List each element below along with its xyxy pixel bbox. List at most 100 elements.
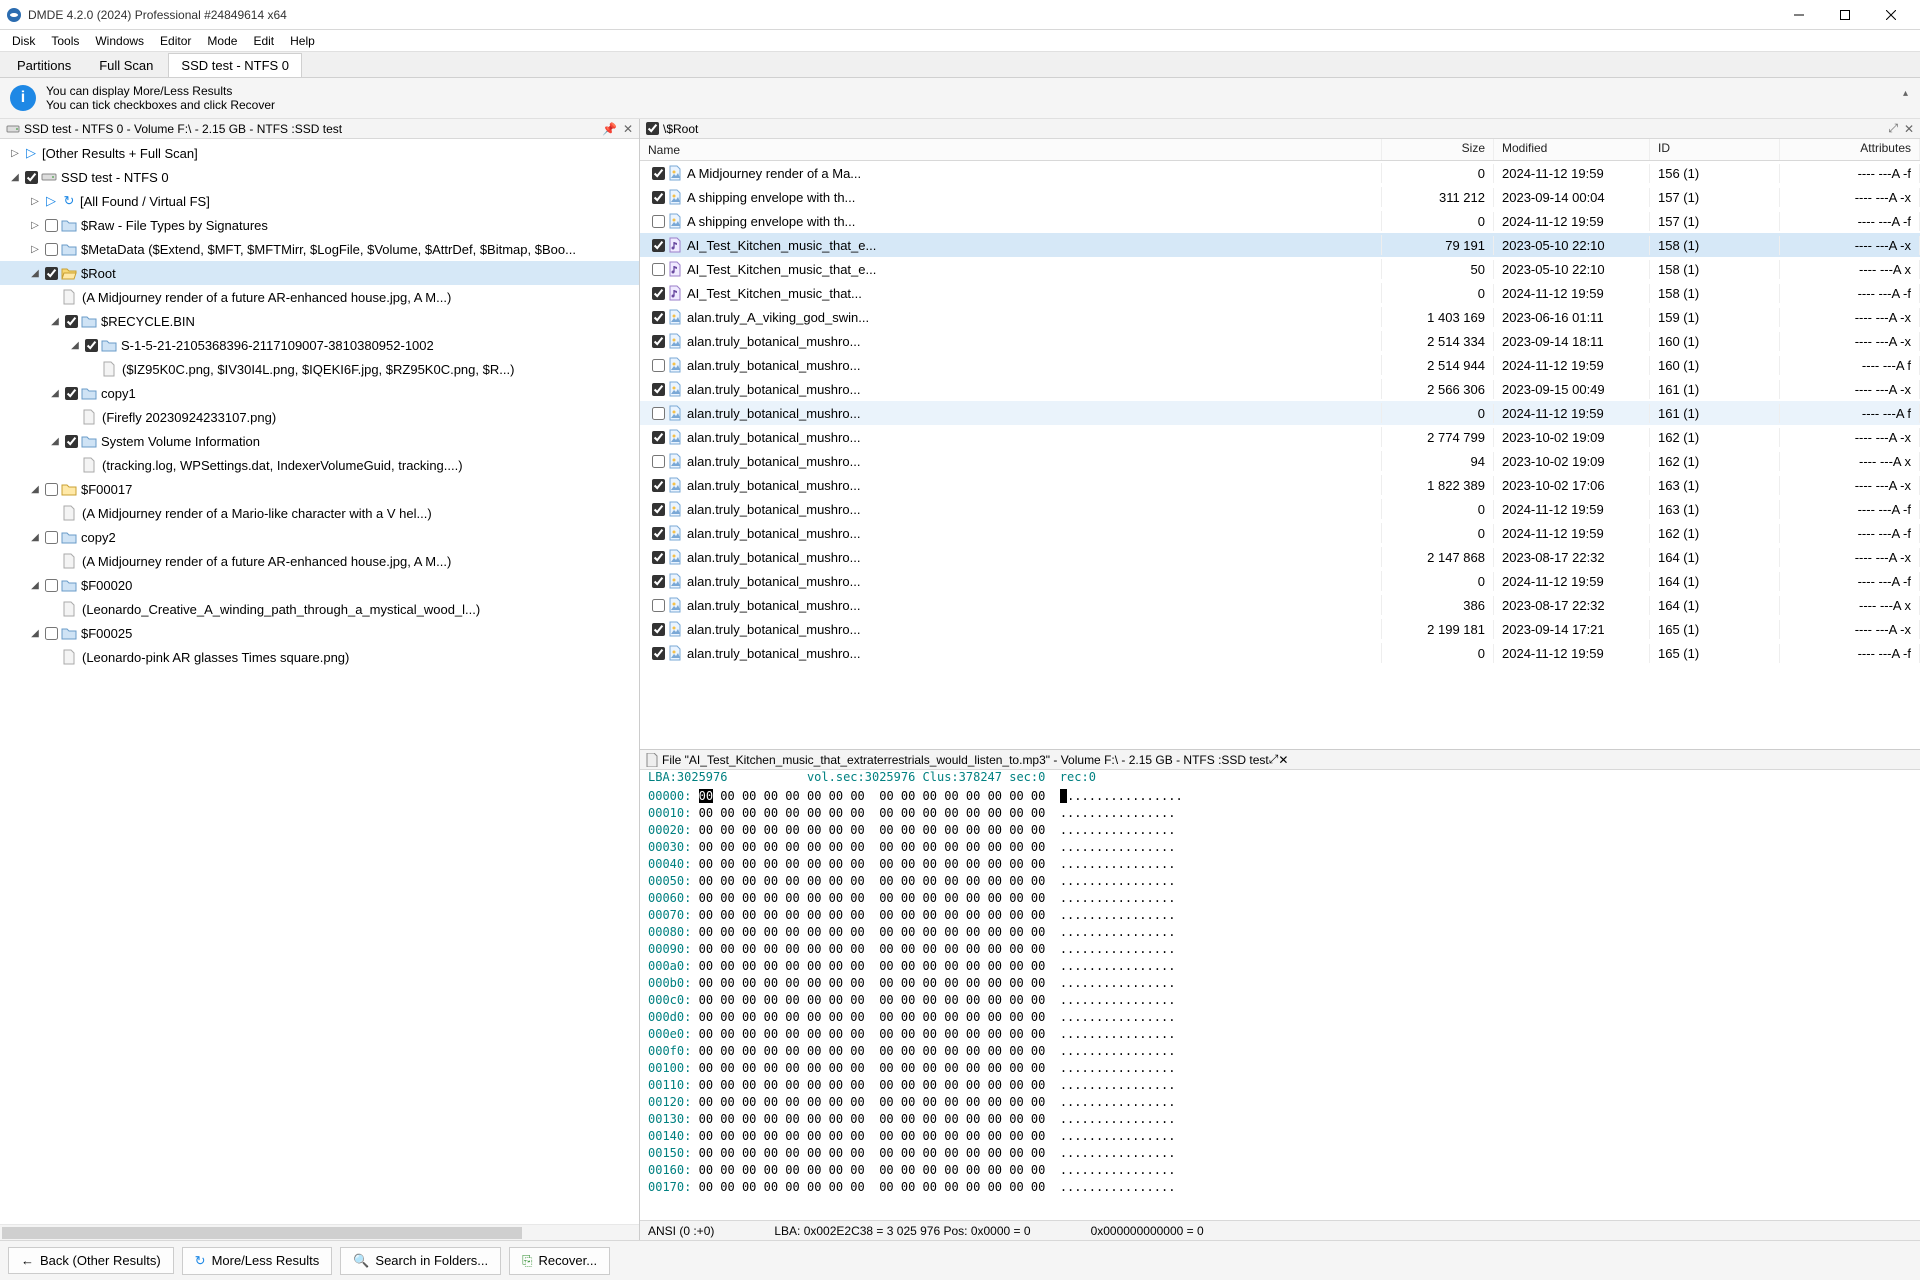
file-row[interactable]: alan.truly_botanical_mushro...02024-11-1… <box>640 497 1920 521</box>
file-row[interactable]: alan.truly_botanical_mushro...2 566 3062… <box>640 377 1920 401</box>
banner-collapse-icon[interactable]: ▴ <box>1903 88 1908 99</box>
hex-line[interactable]: 00130: 00 00 00 00 00 00 00 00 00 00 00 … <box>648 1111 1912 1128</box>
file-row[interactable]: alan.truly_botanical_mushro...02024-11-1… <box>640 569 1920 593</box>
file-checkbox[interactable] <box>652 167 665 180</box>
expand-icon[interactable]: ▷ <box>28 196 42 207</box>
hex-line[interactable]: 00060: 00 00 00 00 00 00 00 00 00 00 00 … <box>648 890 1912 907</box>
minimize-button[interactable] <box>1776 0 1822 30</box>
file-row[interactable]: alan.truly_botanical_mushro...2 147 8682… <box>640 545 1920 569</box>
hex-line[interactable]: 00100: 00 00 00 00 00 00 00 00 00 00 00 … <box>648 1060 1912 1077</box>
menu-disk[interactable]: Disk <box>4 32 43 50</box>
file-panel-expand-icon[interactable]: ⤢ <box>1888 121 1898 136</box>
hex-line[interactable]: 000e0: 00 00 00 00 00 00 00 00 00 00 00 … <box>648 1026 1912 1043</box>
tree-checkbox[interactable] <box>45 243 58 256</box>
file-checkbox[interactable] <box>652 335 665 348</box>
file-checkbox[interactable] <box>652 431 665 444</box>
file-list[interactable]: Name Size Modified ID Attributes A Midjo… <box>640 139 1920 749</box>
directory-tree[interactable]: ▷▷[Other Results + Full Scan]◢SSD test -… <box>0 139 639 1224</box>
tree-horizontal-scrollbar[interactable] <box>0 1224 639 1240</box>
file-checkbox[interactable] <box>652 287 665 300</box>
expand-icon[interactable]: ◢ <box>28 532 42 543</box>
pin-icon[interactable]: 📌 <box>602 122 617 136</box>
tree-item[interactable]: (Leonardo_Creative_A_winding_path_throug… <box>0 597 639 621</box>
more-less-button[interactable]: ↻ More/Less Results <box>182 1247 333 1275</box>
tab-full-scan[interactable]: Full Scan <box>86 53 166 77</box>
menu-tools[interactable]: Tools <box>43 32 87 50</box>
hex-line[interactable]: 00030: 00 00 00 00 00 00 00 00 00 00 00 … <box>648 839 1912 856</box>
file-row[interactable]: A Midjourney render of a Ma...02024-11-1… <box>640 161 1920 185</box>
tree-item[interactable]: ◢S-1-5-21-2105368396-2117109007-38103809… <box>0 333 639 357</box>
tree-item[interactable]: ◢SSD test - NTFS 0 <box>0 165 639 189</box>
recover-button[interactable]: ⎘ Recover... <box>509 1247 610 1275</box>
tree-item[interactable]: ◢copy1 <box>0 381 639 405</box>
tree-item[interactable]: ◢System Volume Information <box>0 429 639 453</box>
file-row[interactable]: alan.truly_botanical_mushro...942023-10-… <box>640 449 1920 473</box>
file-row[interactable]: alan.truly_botanical_mushro...2 514 9442… <box>640 353 1920 377</box>
tree-item[interactable]: ◢$Root <box>0 261 639 285</box>
file-panel-close-icon[interactable]: ✕ <box>1904 122 1914 136</box>
expand-icon[interactable]: ▷ <box>8 148 22 159</box>
file-row[interactable]: alan.truly_botanical_mushro...1 822 3892… <box>640 473 1920 497</box>
column-size[interactable]: Size <box>1382 139 1494 160</box>
file-checkbox[interactable] <box>652 455 665 468</box>
menu-edit[interactable]: Edit <box>245 32 282 50</box>
hex-line[interactable]: 000a0: 00 00 00 00 00 00 00 00 00 00 00 … <box>648 958 1912 975</box>
expand-icon[interactable]: ▷ <box>28 220 42 231</box>
expand-icon[interactable]: ◢ <box>8 172 22 183</box>
file-checkbox[interactable] <box>652 599 665 612</box>
tree-checkbox[interactable] <box>45 219 58 232</box>
file-checkbox[interactable] <box>652 527 665 540</box>
file-row[interactable]: alan.truly_botanical_mushro...2 774 7992… <box>640 425 1920 449</box>
tree-item[interactable]: ($IZ95K0C.png, $IV30I4L.png, $IQEKI6F.jp… <box>0 357 639 381</box>
file-header-checkbox[interactable] <box>646 122 659 135</box>
expand-icon[interactable]: ▷ <box>28 244 42 255</box>
tree-checkbox[interactable] <box>45 483 58 496</box>
hex-line[interactable]: 000d0: 00 00 00 00 00 00 00 00 00 00 00 … <box>648 1009 1912 1026</box>
hex-body[interactable]: 00000: 00 00 00 00 00 00 00 00 00 00 00 … <box>640 788 1920 1220</box>
back-button[interactable]: ← Back (Other Results) <box>8 1247 174 1274</box>
file-row[interactable]: alan.truly_botanical_mushro...3862023-08… <box>640 593 1920 617</box>
file-checkbox[interactable] <box>652 503 665 516</box>
file-row[interactable]: alan.truly_botanical_mushro...02024-11-1… <box>640 641 1920 665</box>
file-checkbox[interactable] <box>652 359 665 372</box>
file-row[interactable]: alan.truly_botanical_mushro...2 514 3342… <box>640 329 1920 353</box>
expand-icon[interactable]: ◢ <box>48 388 62 399</box>
hex-line[interactable]: 00160: 00 00 00 00 00 00 00 00 00 00 00 … <box>648 1162 1912 1179</box>
tree-checkbox[interactable] <box>45 267 58 280</box>
expand-icon[interactable]: ◢ <box>28 628 42 639</box>
file-checkbox[interactable] <box>652 383 665 396</box>
file-row[interactable]: A shipping envelope with th...311 212202… <box>640 185 1920 209</box>
expand-icon[interactable]: ◢ <box>48 436 62 447</box>
file-checkbox[interactable] <box>652 191 665 204</box>
tree-item[interactable]: (Leonardo-pink AR glasses Times square.p… <box>0 645 639 669</box>
file-checkbox[interactable] <box>652 575 665 588</box>
file-row[interactable]: alan.truly_botanical_mushro...2 199 1812… <box>640 617 1920 641</box>
menu-windows[interactable]: Windows <box>87 32 152 50</box>
file-row[interactable]: AI_Test_Kitchen_music_that...02024-11-12… <box>640 281 1920 305</box>
close-button[interactable] <box>1868 0 1914 30</box>
hex-line[interactable]: 00000: 00 00 00 00 00 00 00 00 00 00 00 … <box>648 788 1912 805</box>
maximize-button[interactable] <box>1822 0 1868 30</box>
hex-line[interactable]: 00140: 00 00 00 00 00 00 00 00 00 00 00 … <box>648 1128 1912 1145</box>
hex-line[interactable]: 00150: 00 00 00 00 00 00 00 00 00 00 00 … <box>648 1145 1912 1162</box>
menu-help[interactable]: Help <box>282 32 323 50</box>
column-modified[interactable]: Modified <box>1494 139 1650 160</box>
expand-icon[interactable]: ◢ <box>68 340 82 351</box>
hex-line[interactable]: 00040: 00 00 00 00 00 00 00 00 00 00 00 … <box>648 856 1912 873</box>
search-folders-button[interactable]: 🔍 Search in Folders... <box>340 1247 501 1275</box>
expand-icon[interactable]: ◢ <box>28 268 42 279</box>
file-row[interactable]: AI_Test_Kitchen_music_that_e...79 191202… <box>640 233 1920 257</box>
file-checkbox[interactable] <box>652 551 665 564</box>
column-id[interactable]: ID <box>1650 139 1780 160</box>
column-name[interactable]: Name <box>640 139 1382 160</box>
tree-item[interactable]: ▷$MetaData ($Extend, $MFT, $MFTMirr, $Lo… <box>0 237 639 261</box>
file-checkbox[interactable] <box>652 239 665 252</box>
tab-partitions[interactable]: Partitions <box>4 53 84 77</box>
tree-checkbox[interactable] <box>45 579 58 592</box>
file-row[interactable]: alan.truly_botanical_mushro...02024-11-1… <box>640 401 1920 425</box>
file-checkbox[interactable] <box>652 407 665 420</box>
tree-checkbox[interactable] <box>45 627 58 640</box>
tab-ssd-test-ntfs-0[interactable]: SSD test - NTFS 0 <box>168 53 302 77</box>
tree-checkbox[interactable] <box>85 339 98 352</box>
file-checkbox[interactable] <box>652 479 665 492</box>
